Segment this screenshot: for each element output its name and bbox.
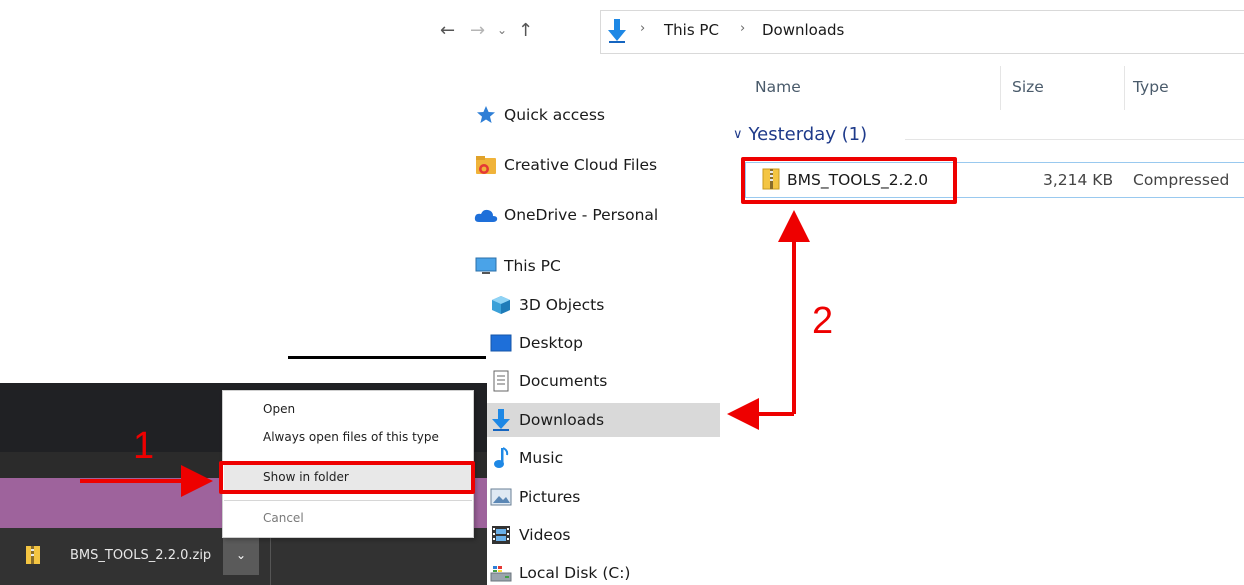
annotation-arrows (80, 210, 810, 497)
